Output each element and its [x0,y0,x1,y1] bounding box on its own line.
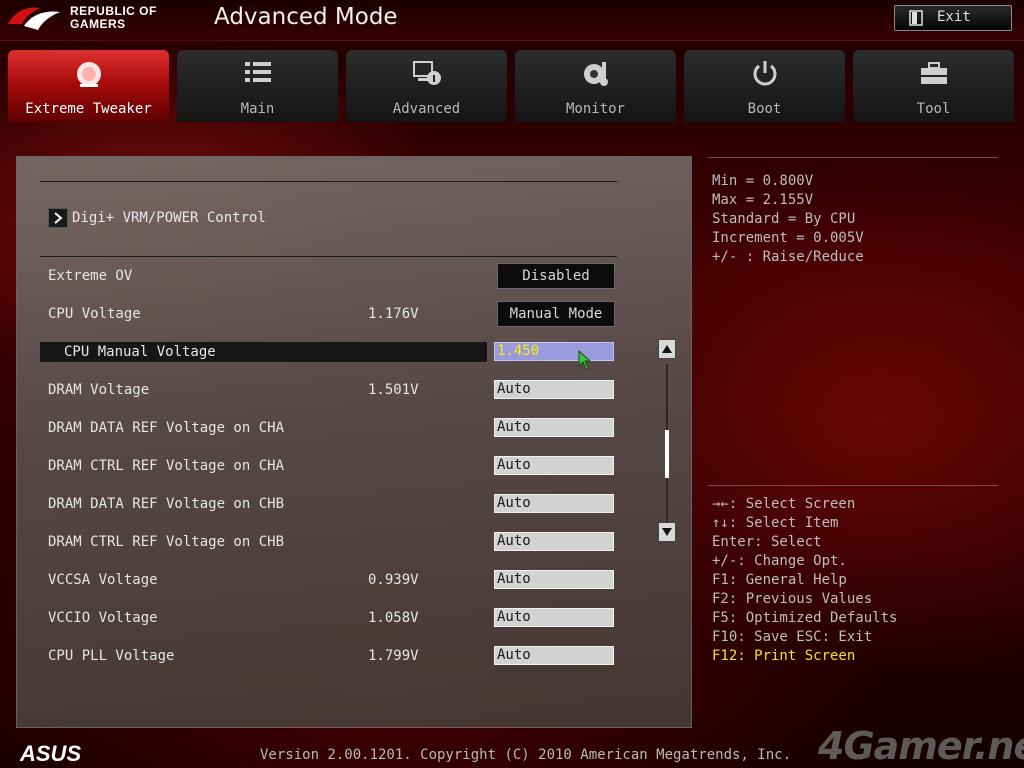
help-line: +/- : Raise/Reduce [712,249,864,265]
brand-name: REPUBLIC OF GAMERS [70,5,157,31]
advanced-icon [412,61,441,85]
tab-label: Extreme Tweaker [25,101,152,117]
dram-ctrl-ref-cha-input[interactable]: Auto [494,456,614,475]
toolbox-icon [920,62,947,84]
tab-tool[interactable]: Tool [853,50,1014,122]
current-value: 1.501V [368,382,419,398]
dram-data-ref-chb-input[interactable]: Auto [494,494,614,513]
dram-voltage-input[interactable]: Auto [494,380,614,399]
tab-main[interactable]: Main [177,50,338,122]
page-title: Advanced Mode [214,4,398,30]
key-line: F10: Save ESC: Exit [712,629,873,645]
setting-label: DRAM DATA REF Voltage on CHA [48,420,285,436]
arrow-down-icon [662,528,672,536]
setting-row-dram-data-ref-cha[interactable]: DRAM DATA REF Voltage on CHA Auto [40,418,615,440]
key-line: +/-: Change Opt. [712,553,847,569]
scrollbar-thumb[interactable] [665,430,669,478]
chevron-right-icon [48,208,68,228]
key-line: Enter: Select [712,534,822,550]
cpu-voltage-select[interactable]: Manual Mode [497,301,615,327]
tab-label: Monitor [565,101,625,117]
help-line: Increment = 0.005V [712,230,864,246]
tab-label: Boot [747,101,782,117]
rog-logo-icon [8,7,60,31]
dram-ctrl-ref-chb-input[interactable]: Auto [494,532,614,551]
asus-logo: ASUS [19,742,81,764]
arrow-up-icon [662,345,672,353]
key-line-print-screen: F12: Print Screen [712,648,856,664]
setting-label: DRAM Voltage [48,382,150,398]
exit-label: Exit [937,9,971,25]
setting-row-extreme-ov[interactable]: Extreme OV Disabled [40,263,615,289]
setting-label: CPU Manual Voltage [64,344,216,360]
power-icon [753,61,776,86]
help-text: Min = 0.800V Max = 2.155V Standard = By … [712,172,864,267]
current-value: 1.058V [368,610,419,626]
setting-row-vccsa-voltage[interactable]: VCCSA Voltage 0.939V Auto [40,570,615,592]
scroll-up-button[interactable] [658,339,676,359]
tab-monitor[interactable]: Monitor [515,50,676,122]
dram-data-ref-cha-input[interactable]: Auto [494,418,614,437]
submenu-label: Digi+ VRM/POWER Control [72,210,266,226]
cpu-pll-voltage-input[interactable]: Auto [494,646,614,665]
setting-row-dram-data-ref-chb[interactable]: DRAM DATA REF Voltage on CHB Auto [40,494,615,516]
key-line: F1: General Help [712,572,847,588]
setting-label: VCCSA Voltage [48,572,158,588]
setting-row-vccio-voltage[interactable]: VCCIO Voltage 1.058V Auto [40,608,615,630]
setting-label: DRAM CTRL REF Voltage on CHB [48,534,285,550]
tab-label: Advanced [392,101,461,117]
cpu-manual-voltage-input[interactable]: 1.450 [494,342,614,361]
settings-panel [16,156,692,728]
key-line: →←: Select Screen [712,496,856,512]
setting-label: CPU Voltage [48,306,141,322]
tab-extreme-tweaker[interactable]: Extreme Tweaker [8,50,169,122]
exit-button[interactable]: Exit [894,5,1012,31]
monitor-icon [583,62,608,86]
vccsa-voltage-input[interactable]: Auto [494,570,614,589]
watermark: 4Gamer.net [818,724,1024,768]
setting-label: Extreme OV [48,268,133,284]
svg-text:ASUS: ASUS [19,742,81,764]
setting-row-cpu-voltage[interactable]: CPU Voltage 1.176V Manual Mode [40,301,615,327]
divider [708,485,998,486]
setting-row-cpu-manual-voltage[interactable]: CPU Manual Voltage 1.450 [40,342,615,364]
vccio-voltage-input[interactable]: Auto [494,608,614,627]
current-value: 1.176V [368,306,419,322]
setting-row-dram-ctrl-ref-cha[interactable]: DRAM CTRL REF Voltage on CHA Auto [40,456,615,478]
tab-label: Main [240,101,275,117]
setting-label: DRAM DATA REF Voltage on CHB [48,496,285,512]
list-icon [244,62,271,82]
header-bar: REPUBLIC OF GAMERS Advanced Mode Exit [0,0,1024,41]
help-line: Max = 2.155V [712,192,814,208]
key-legend: →←: Select Screen ↑↓: Select Item Enter:… [712,495,897,666]
current-value: 1.799V [368,648,419,664]
help-line: Standard = By CPU [712,211,856,227]
setting-row-dram-ctrl-ref-chb[interactable]: DRAM CTRL REF Voltage on CHB Auto [40,532,615,554]
divider [40,256,617,257]
current-value: 0.939V [368,572,419,588]
setting-row-cpu-pll-voltage[interactable]: CPU PLL Voltage 1.799V Auto [40,646,615,668]
key-line: ↑↓: Select Item [712,515,839,531]
mouse-cursor-icon [578,350,592,370]
tab-label: Tool [916,101,951,117]
key-line: F2: Previous Values [712,591,873,607]
brand-line-2: GAMERS [70,17,126,31]
version-text: Version 2.00.1201. Copyright (C) 2010 Am… [260,747,792,763]
help-line: Min = 0.800V [712,173,814,189]
tab-advanced[interactable]: Advanced [346,50,507,122]
extreme-tweaker-icon [76,62,101,87]
divider [40,181,617,182]
setting-label: DRAM CTRL REF Voltage on CHA [48,458,285,474]
exit-door-icon [909,10,923,26]
key-line: F5: Optimized Defaults [712,610,898,626]
extreme-ov-select[interactable]: Disabled [497,263,615,289]
divider [708,157,998,158]
tab-boot[interactable]: Boot [684,50,845,122]
setting-label: CPU PLL Voltage [48,648,175,664]
scroll-down-button[interactable] [658,522,676,542]
setting-label: VCCIO Voltage [48,610,158,626]
setting-row-dram-voltage[interactable]: DRAM Voltage 1.501V Auto [40,380,615,402]
